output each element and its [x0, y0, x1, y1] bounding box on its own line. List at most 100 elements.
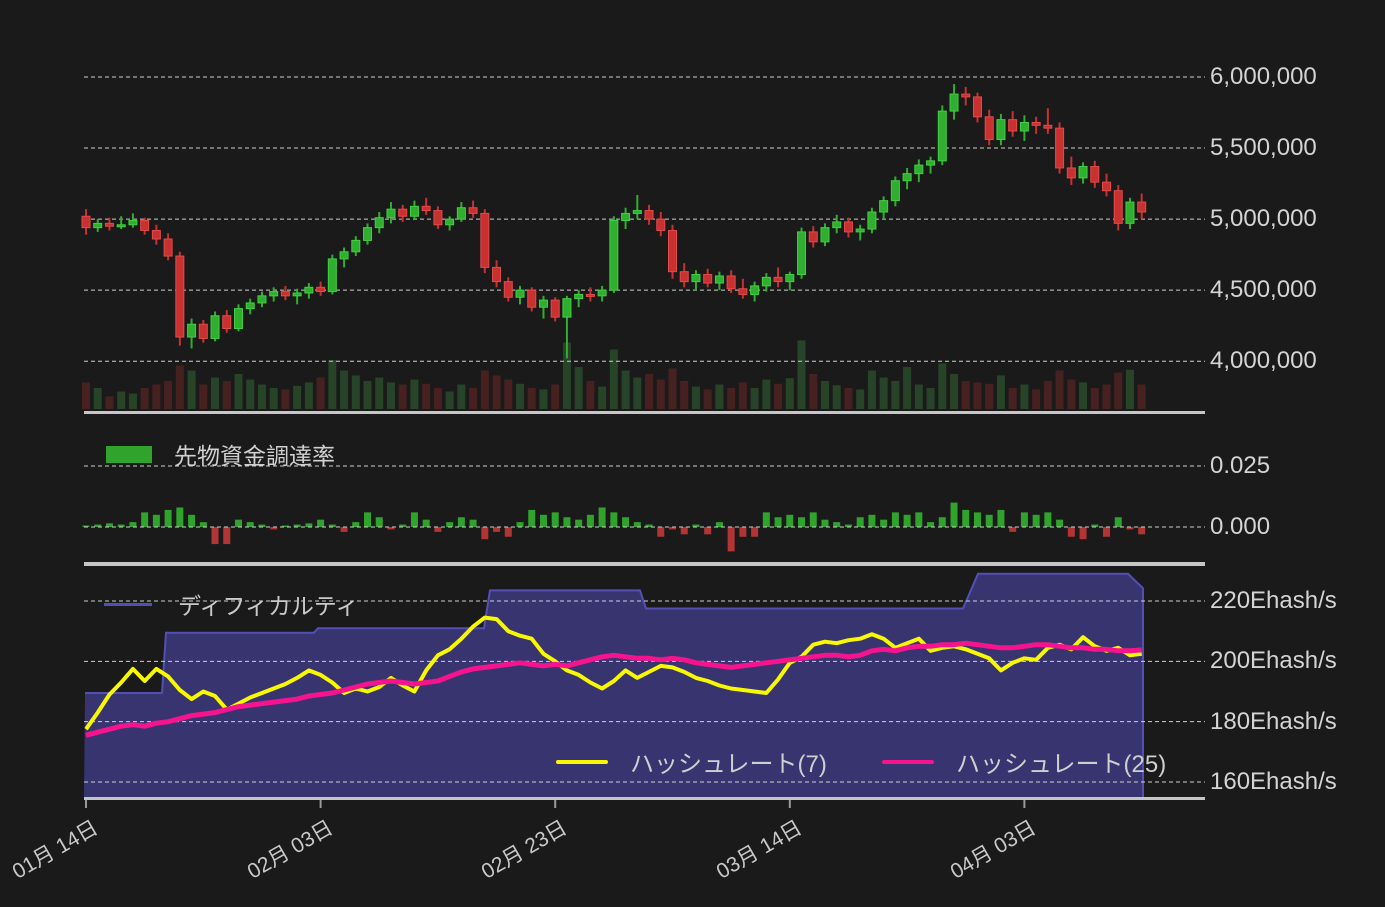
funding-rate-bar[interactable]	[434, 527, 442, 532]
volume-bar[interactable]	[820, 381, 829, 409]
candlestick[interactable]	[668, 229, 677, 273]
funding-rate-bar[interactable]	[246, 522, 254, 527]
candlestick[interactable]	[210, 315, 220, 339]
candlestick[interactable]	[175, 255, 185, 338]
volume-bar[interactable]	[340, 370, 349, 410]
funding-rate-bar[interactable]	[821, 519, 829, 527]
funding-rate-bar[interactable]	[868, 514, 876, 527]
candlestick[interactable]	[1031, 121, 1041, 126]
funding-rate-bar[interactable]	[305, 523, 313, 527]
funding-rate-bar[interactable]	[751, 527, 759, 537]
funding-rate-bar[interactable]	[798, 517, 806, 527]
candlestick[interactable]	[257, 295, 267, 304]
volume-bar[interactable]	[504, 379, 513, 409]
candlestick[interactable]	[761, 276, 771, 287]
volume-bar[interactable]	[1008, 388, 1017, 409]
candlestick[interactable]	[1125, 201, 1135, 224]
volume-bar[interactable]	[1020, 384, 1029, 410]
volume-bar[interactable]	[574, 367, 583, 409]
funding-rate-bar[interactable]	[622, 517, 630, 527]
funding-rate-bar[interactable]	[164, 509, 172, 527]
legend-difficulty[interactable]: ディフィカルティ	[104, 587, 359, 621]
funding-rate-bar[interactable]	[786, 514, 794, 527]
volume-bar[interactable]	[950, 374, 959, 409]
volume-bar[interactable]	[105, 396, 114, 409]
volume-bar[interactable]	[656, 379, 665, 409]
candlestick[interactable]	[937, 110, 947, 162]
volume-bar[interactable]	[961, 381, 970, 409]
funding-rate-bar[interactable]	[586, 514, 594, 527]
funding-rate-bar[interactable]	[1056, 519, 1064, 527]
legend-funding-rate[interactable]: 先物資金調達率	[106, 437, 335, 471]
candlestick[interactable]	[163, 238, 173, 257]
candlestick[interactable]	[386, 208, 396, 219]
funding-rate-bar[interactable]	[903, 514, 911, 527]
funding-rate-bar[interactable]	[739, 527, 747, 537]
candlestick[interactable]	[996, 119, 1006, 141]
volume-bar[interactable]	[433, 388, 442, 409]
funding-rate-bar[interactable]	[176, 507, 184, 527]
candlestick[interactable]	[926, 160, 936, 166]
volume-bar[interactable]	[1137, 384, 1146, 410]
candlestick[interactable]	[609, 220, 619, 291]
candlestick[interactable]	[116, 224, 126, 228]
funding-rate-bar[interactable]	[610, 512, 618, 527]
funding-rate-bar[interactable]	[152, 514, 160, 527]
volume-bar[interactable]	[1114, 372, 1123, 409]
funding-rate-bar[interactable]	[704, 527, 712, 535]
volume-bar[interactable]	[480, 370, 489, 410]
candlestick[interactable]	[409, 205, 419, 217]
candlestick[interactable]	[1055, 127, 1065, 169]
candlestick[interactable]	[550, 299, 560, 318]
volume-bar[interactable]	[691, 386, 700, 409]
candlestick[interactable]	[644, 210, 654, 220]
volume-bar[interactable]	[152, 384, 161, 410]
funding-rate-bar[interactable]	[129, 522, 137, 527]
funding-rate-bar[interactable]	[563, 517, 571, 527]
volume-bar[interactable]	[715, 384, 724, 410]
volume-bar[interactable]	[410, 379, 419, 409]
volume-bar[interactable]	[492, 375, 501, 409]
candlestick[interactable]	[468, 207, 478, 214]
candlestick[interactable]	[902, 173, 912, 182]
funding-rate-bar[interactable]	[774, 517, 782, 527]
candlestick[interactable]	[879, 200, 889, 213]
candlestick[interactable]	[492, 266, 502, 283]
volume-bar[interactable]	[93, 388, 102, 409]
volume-bar[interactable]	[398, 384, 407, 410]
volume-bar[interactable]	[82, 382, 90, 409]
funding-rate-bar[interactable]	[657, 527, 665, 537]
candlestick[interactable]	[93, 222, 103, 229]
volume-bar[interactable]	[164, 381, 173, 409]
candlestick[interactable]	[1008, 119, 1018, 132]
funding-rate-bar[interactable]	[633, 522, 641, 527]
funding-rate-bar[interactable]	[539, 514, 547, 527]
volume-bar[interactable]	[844, 388, 853, 409]
candlestick[interactable]	[961, 93, 971, 98]
volume-bar[interactable]	[738, 382, 747, 409]
funding-rate-bar[interactable]	[833, 522, 841, 527]
candlestick[interactable]	[691, 274, 701, 283]
candlestick[interactable]	[269, 291, 279, 297]
funding-rate-bar[interactable]	[364, 512, 372, 527]
candlestick[interactable]	[726, 275, 736, 290]
funding-rate-bar[interactable]	[141, 512, 149, 527]
candlestick[interactable]	[679, 271, 689, 283]
volume-bar[interactable]	[1043, 381, 1052, 409]
candlestick[interactable]	[433, 210, 443, 226]
volume-bar[interactable]	[539, 389, 548, 409]
funding-rate-bar[interactable]	[1079, 527, 1087, 540]
candlestick[interactable]	[1113, 190, 1123, 224]
volume-bar[interactable]	[774, 383, 783, 409]
volume-bar[interactable]	[516, 383, 525, 409]
candlestick[interactable]	[527, 289, 537, 308]
candlestick[interactable]	[81, 215, 91, 229]
volume-bar[interactable]	[914, 384, 923, 410]
volume-bar[interactable]	[175, 365, 184, 409]
candlestick[interactable]	[538, 299, 548, 308]
funding-rate-bar[interactable]	[504, 527, 512, 537]
volume-bar[interactable]	[856, 389, 865, 409]
candlestick[interactable]	[855, 228, 865, 233]
candlestick[interactable]	[233, 308, 243, 330]
volume-bar[interactable]	[996, 375, 1005, 409]
